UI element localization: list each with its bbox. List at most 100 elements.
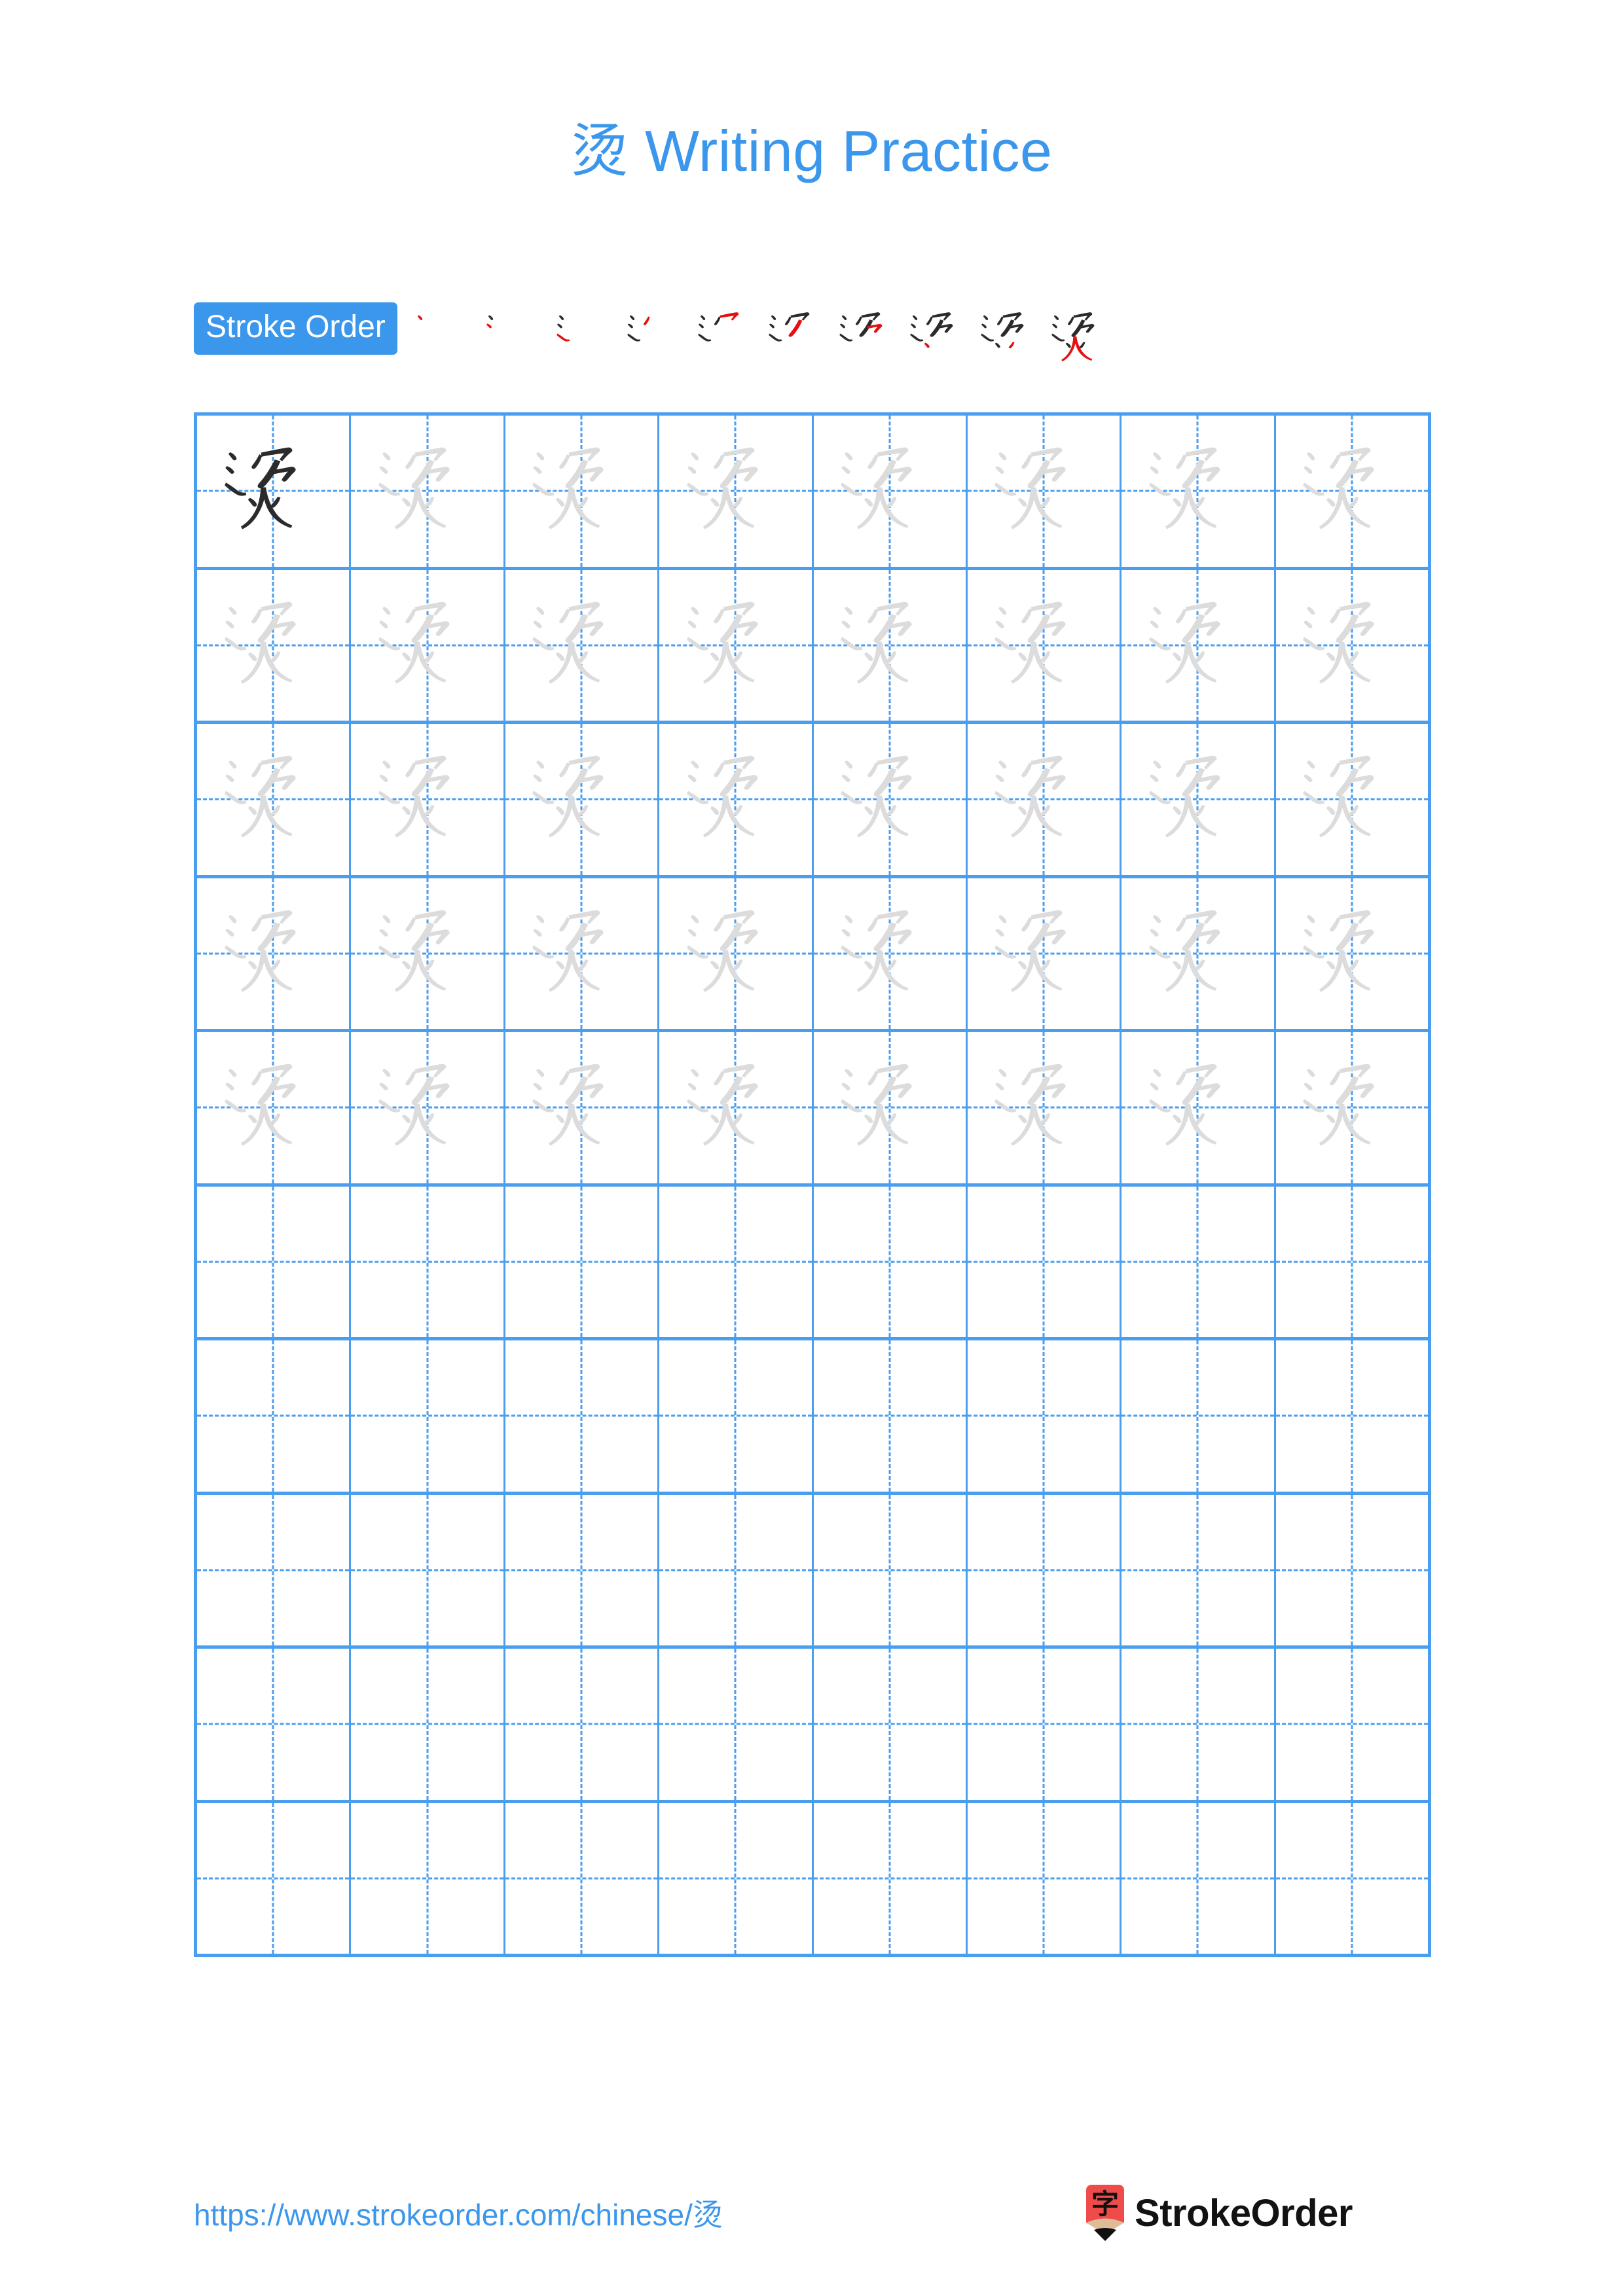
grid-cell-trace[interactable] [1122, 1032, 1276, 1183]
grid-cell-trace[interactable] [1122, 724, 1276, 875]
grid-cell-trace[interactable] [1275, 1032, 1431, 1183]
guide-vertical [1042, 1186, 1045, 1337]
guide-horizontal [659, 1723, 812, 1725]
guide-horizontal [1122, 1414, 1274, 1417]
grid-cell-trace[interactable] [351, 724, 505, 875]
grid-cell-empty[interactable] [1122, 1494, 1276, 1645]
grid-cell-empty[interactable] [1122, 1186, 1276, 1337]
brand-logo[interactable]: 字 StrokeOrder [1085, 2185, 1431, 2241]
grid-cell-empty[interactable] [505, 1340, 660, 1492]
grid-cell-empty[interactable] [1275, 1186, 1431, 1337]
grid-cell-trace[interactable] [351, 569, 505, 721]
grid-cell-empty[interactable] [505, 1494, 660, 1645]
grid-cell-trace[interactable] [813, 569, 968, 721]
grid-cell-empty[interactable] [505, 1803, 660, 1954]
grid-cell-empty[interactable] [351, 1494, 505, 1645]
grid-cell-trace[interactable] [659, 416, 814, 567]
guide-vertical [272, 1494, 274, 1645]
grid-cell-trace[interactable] [967, 416, 1122, 567]
grid-cell-model[interactable] [197, 416, 352, 567]
grid-cell-empty[interactable] [967, 1186, 1122, 1337]
grid-cell-empty[interactable] [505, 1186, 660, 1337]
grid-cell-trace[interactable] [1122, 878, 1276, 1029]
guide-vertical [580, 1803, 583, 1954]
grid-cell-empty[interactable] [197, 1649, 352, 1800]
grid-cell-empty[interactable] [1122, 1649, 1276, 1800]
grid-cell-trace[interactable] [967, 1032, 1122, 1183]
grid-row [197, 1340, 1431, 1495]
grid-cell-empty[interactable] [659, 1649, 814, 1800]
guide-vertical [1196, 1803, 1199, 1954]
grid-cell-trace[interactable] [813, 416, 968, 567]
grid-cell-empty[interactable] [813, 1340, 968, 1492]
grid-cell-trace[interactable] [1275, 724, 1431, 875]
grid-cell-trace[interactable] [1275, 416, 1431, 567]
grid-cell-trace[interactable] [505, 569, 660, 721]
grid-cell-empty[interactable] [1122, 1340, 1276, 1492]
trace-character [351, 1032, 503, 1183]
grid-cell-trace[interactable] [351, 878, 505, 1029]
grid-cell-trace[interactable] [351, 1032, 505, 1183]
grid-cell-empty[interactable] [659, 1340, 814, 1492]
grid-cell-trace[interactable] [351, 416, 505, 567]
grid-cell-empty[interactable] [813, 1649, 968, 1800]
guide-vertical [272, 1340, 274, 1492]
trace-character [659, 570, 811, 721]
grid-cell-trace[interactable] [659, 878, 814, 1029]
grid-cell-trace[interactable] [197, 1032, 352, 1183]
grid-cell-trace[interactable] [967, 724, 1122, 875]
grid-cell-empty[interactable] [1275, 1803, 1431, 1954]
grid-cell-empty[interactable] [505, 1649, 660, 1800]
grid-cell-trace[interactable] [659, 1032, 814, 1183]
grid-cell-empty[interactable] [351, 1649, 505, 1800]
grid-cell-empty[interactable] [1122, 1803, 1276, 1954]
grid-cell-trace[interactable] [505, 416, 660, 567]
grid-cell-empty[interactable] [659, 1803, 814, 1954]
footer: https://www.strokeorder.com/chinese/烫 字 … [194, 2183, 1431, 2242]
grid-cell-empty[interactable] [967, 1340, 1122, 1492]
grid-cell-trace[interactable] [505, 1032, 660, 1183]
guide-horizontal [1275, 1261, 1428, 1263]
grid-cell-trace[interactable] [813, 724, 968, 875]
grid-cell-trace[interactable] [967, 878, 1122, 1029]
grid-cell-trace[interactable] [659, 569, 814, 721]
grid-cell-empty[interactable] [813, 1186, 968, 1337]
grid-cell-empty[interactable] [1275, 1649, 1431, 1800]
grid-cell-trace[interactable] [813, 878, 968, 1029]
trace-character [1122, 570, 1273, 721]
grid-cell-trace[interactable] [967, 569, 1122, 721]
trace-character [659, 1032, 811, 1183]
grid-cell-empty[interactable] [967, 1494, 1122, 1645]
grid-cell-empty[interactable] [351, 1803, 505, 1954]
grid-cell-trace[interactable] [197, 724, 352, 875]
grid-cell-trace[interactable] [197, 569, 352, 721]
grid-cell-empty[interactable] [1275, 1340, 1431, 1492]
grid-cell-trace[interactable] [813, 1032, 968, 1183]
grid-cell-empty[interactable] [813, 1803, 968, 1954]
grid-cell-trace[interactable] [197, 878, 352, 1029]
footer-url-link[interactable]: https://www.strokeorder.com/chinese/烫 [194, 2191, 723, 2234]
grid-cell-trace[interactable] [505, 724, 660, 875]
grid-cell-trace[interactable] [1275, 878, 1431, 1030]
grid-cell-empty[interactable] [197, 1494, 352, 1645]
grid-cell-empty[interactable] [967, 1649, 1122, 1800]
grid-cell-trace[interactable] [659, 724, 814, 875]
grid-cell-trace[interactable] [1275, 569, 1431, 721]
grid-cell-trace[interactable] [1122, 416, 1276, 567]
trace-character [505, 416, 657, 567]
grid-cell-empty[interactable] [659, 1186, 814, 1337]
guide-horizontal [505, 1569, 658, 1571]
grid-cell-empty[interactable] [967, 1803, 1122, 1954]
grid-cell-empty[interactable] [197, 1340, 352, 1492]
grid-cell-empty[interactable] [351, 1186, 505, 1337]
grid-cell-trace[interactable] [1122, 569, 1276, 721]
guide-vertical [734, 1803, 737, 1954]
grid-cell-empty[interactable] [351, 1340, 505, 1492]
trace-character [1276, 878, 1428, 1030]
grid-cell-empty[interactable] [197, 1186, 352, 1337]
grid-cell-empty[interactable] [659, 1494, 814, 1645]
grid-cell-empty[interactable] [197, 1803, 352, 1954]
grid-cell-empty[interactable] [813, 1494, 968, 1645]
grid-cell-trace[interactable] [505, 878, 660, 1029]
grid-cell-empty[interactable] [1275, 1494, 1431, 1645]
